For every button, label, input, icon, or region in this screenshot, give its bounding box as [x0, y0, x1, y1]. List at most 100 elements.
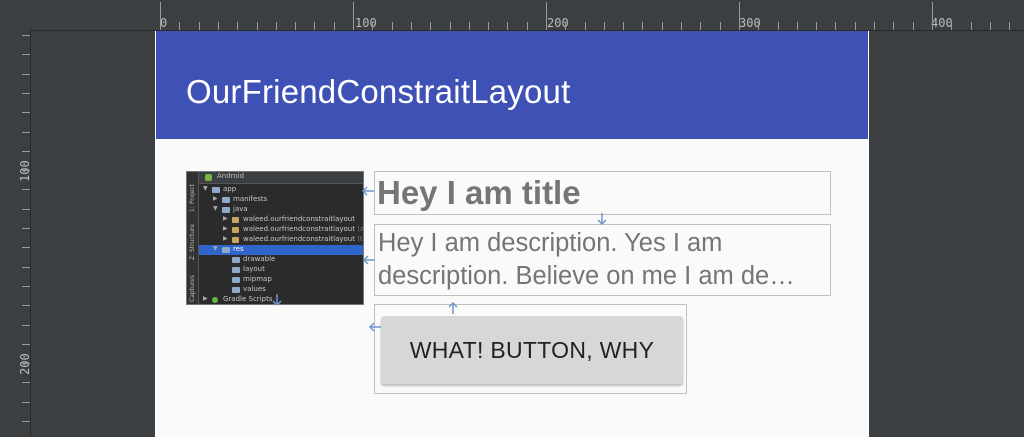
ruler-tick — [22, 305, 30, 306]
ruler-tick — [22, 267, 30, 268]
ruler-tick — [450, 22, 451, 30]
ruler-tick — [816, 22, 817, 30]
tree-row-label: manifests — [233, 195, 268, 203]
folder-icon — [232, 267, 240, 273]
tree-row[interactable]: ▶ waleed.ourfriendconstraitlayout (test) — [199, 235, 363, 245]
tree-row[interactable]: ▼ res — [199, 245, 363, 255]
image-view[interactable]: 1: Project Z: Structure Captures Android… — [186, 171, 364, 305]
title-text: Hey I am title — [377, 174, 581, 211]
tree-row[interactable]: ▶ waleed.ourfriendconstraitlayout — [199, 215, 363, 225]
ruler-label-100: 100 — [355, 16, 377, 30]
tree-row[interactable]: mipmap — [199, 275, 363, 285]
constraint-arrow-up-icon[interactable] — [446, 301, 460, 315]
ruler-tick — [488, 22, 489, 30]
tree-row[interactable]: ▼ app — [199, 185, 363, 195]
ruler-tick — [22, 382, 30, 383]
ruler-tick — [237, 22, 238, 30]
folder-icon — [222, 247, 230, 253]
ruler-tick — [160, 2, 161, 30]
ruler-tick — [874, 22, 875, 30]
ruler-tick — [623, 22, 624, 30]
package-icon — [232, 237, 239, 243]
tree-row[interactable]: ▶ waleed.ourfriendconstraitlayout (androi — [199, 225, 363, 235]
expand-arrow-icon[interactable]: ▼ — [213, 245, 218, 252]
description-text-view[interactable]: Hey I am description. Yes I am descripti… — [374, 224, 831, 296]
ruler-label-v100: 100 — [18, 160, 32, 182]
ruler-tick — [739, 2, 740, 30]
side-tab-structure: Z: Structure — [189, 224, 196, 260]
ruler-tick — [295, 22, 296, 30]
ruler-tick — [314, 22, 315, 30]
tree-row-label: drawable — [243, 255, 276, 263]
ruler-tick — [662, 22, 663, 30]
toolbar-title: OurFriendConstraitLayout — [186, 73, 571, 110]
expand-arrow-icon[interactable]: ▶ — [223, 215, 228, 222]
ruler-tick — [469, 22, 470, 30]
ruler-tick — [1009, 22, 1010, 30]
tree-row-label: values — [243, 285, 266, 293]
expand-arrow-icon[interactable]: ▶ — [223, 235, 228, 242]
ruler-tick — [758, 22, 759, 30]
ruler-tick — [990, 22, 991, 30]
folder-icon — [212, 187, 220, 193]
app-toolbar[interactable]: OurFriendConstraitLayout — [156, 31, 868, 139]
project-tree-header: Android — [199, 172, 363, 184]
constraint-arrow-down-icon[interactable] — [595, 212, 609, 226]
ruler-tick — [22, 402, 30, 403]
ruler-tick — [257, 22, 258, 30]
expand-arrow-icon[interactable]: ▼ — [203, 185, 208, 192]
ruler-tick — [913, 22, 914, 30]
ruler-tick — [604, 22, 605, 30]
folder-icon — [232, 257, 240, 263]
horizontal-ruler: 0 100 200 300 400 — [0, 0, 1024, 31]
folder-icon — [232, 277, 240, 283]
expand-arrow-icon[interactable]: ▼ — [213, 205, 218, 212]
ruler-tick — [700, 22, 701, 30]
expand-arrow-icon[interactable]: ▶ — [223, 225, 228, 232]
ruler-tick — [22, 325, 30, 326]
folder-icon — [222, 207, 230, 213]
constraint-arrow-left-icon[interactable] — [361, 184, 375, 198]
ruler-tick — [22, 54, 30, 55]
device-preview[interactable]: OurFriendConstraitLayout 1: Project Z: S… — [155, 31, 869, 437]
ruler-tick — [353, 2, 354, 30]
tree-header-label: Android — [217, 172, 245, 180]
ruler-tick — [797, 22, 798, 30]
ruler-tick — [22, 286, 30, 287]
ruler-tick — [334, 22, 335, 30]
title-text-view[interactable]: Hey I am title — [374, 171, 831, 215]
ruler-tick — [22, 344, 30, 345]
tree-row-suffix: (androi — [357, 225, 364, 233]
ruler-tick — [199, 22, 200, 30]
ruler-tick — [22, 35, 30, 36]
tree-row[interactable]: drawable — [199, 255, 363, 265]
ruler-tick — [855, 22, 856, 30]
ruler-corner — [0, 0, 30, 30]
ruler-tick — [507, 22, 508, 30]
ruler-tick — [22, 421, 30, 422]
tree-row[interactable]: ▶ manifests — [199, 195, 363, 205]
side-tool-tabs: 1: Project Z: Structure Captures — [187, 172, 199, 304]
ruler-tick — [22, 74, 30, 75]
constraint-arrow-down-icon[interactable] — [270, 293, 284, 307]
ruler-tick — [565, 22, 566, 30]
constraint-arrow-left-icon[interactable] — [368, 320, 382, 334]
what-button[interactable]: WHAT! BUTTON, WHY — [381, 316, 683, 384]
expand-arrow-icon[interactable]: ▶ — [203, 295, 208, 302]
ruler-tick — [430, 22, 431, 30]
ruler-tick — [411, 22, 412, 30]
constraint-arrow-left-icon[interactable] — [362, 253, 376, 267]
ruler-tick — [276, 22, 277, 30]
expand-arrow-icon[interactable]: ▶ — [213, 195, 218, 202]
tree-row-label: mipmap — [243, 275, 272, 283]
android-icon — [205, 174, 212, 181]
tree-row[interactable]: layout — [199, 265, 363, 275]
ruler-tick — [22, 112, 30, 113]
ruler-tick — [22, 132, 30, 133]
ruler-tick — [218, 22, 219, 30]
ruler-tick — [835, 22, 836, 30]
tree-row[interactable]: ▼ java — [199, 205, 363, 215]
tree-row-suffix: (test) — [357, 235, 363, 243]
ruler-tick — [372, 22, 373, 30]
folder-icon — [222, 197, 230, 203]
